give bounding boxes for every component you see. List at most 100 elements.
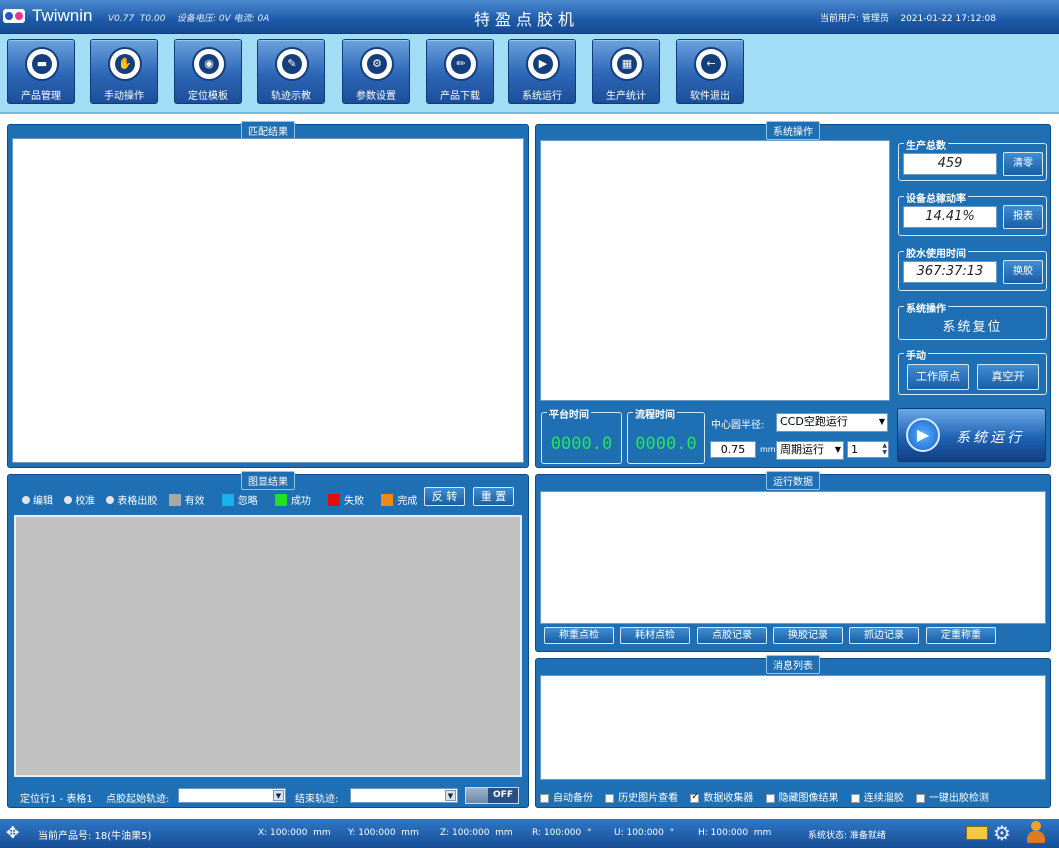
end-track-label: 结束轨迹: bbox=[295, 794, 339, 805]
panel-title: 图显结果 bbox=[241, 471, 295, 490]
message-list-panel: 消息列表 bbox=[535, 655, 1051, 808]
radio-edit[interactable] bbox=[22, 495, 30, 504]
match-image-view[interactable] bbox=[12, 138, 524, 463]
graph-view[interactable] bbox=[14, 515, 522, 777]
vacuum-on-button[interactable]: 真空开 bbox=[977, 364, 1039, 390]
calendar-icon: ▦ bbox=[617, 54, 637, 74]
app-title: 特盈点胶机 bbox=[474, 10, 580, 29]
weight-check-button[interactable]: 称重点检 bbox=[544, 627, 614, 644]
run-system-button[interactable]: ▶ 系统运行 bbox=[897, 408, 1046, 462]
track-teach-button[interactable]: ✎ 轨迹示教 bbox=[257, 39, 325, 104]
start-track-select[interactable]: ▼ bbox=[178, 788, 286, 803]
clear-count-button[interactable]: 清零 bbox=[1003, 152, 1043, 176]
radio-table-dispense[interactable] bbox=[106, 495, 115, 504]
radio-calibrate[interactable] bbox=[64, 495, 73, 504]
history-image-checkbox[interactable]: 历史图片查看 bbox=[605, 793, 678, 804]
move-arrows-icon: ✥ bbox=[6, 823, 20, 842]
camera-view[interactable] bbox=[540, 140, 890, 401]
manual-group: 手动 工作原点 真空开 bbox=[898, 347, 1047, 395]
dispense-record-button[interactable]: 点胶记录 bbox=[697, 627, 767, 644]
message-list-view[interactable] bbox=[540, 675, 1046, 780]
run-data-panel: 运行数据 bbox=[535, 471, 1051, 652]
work-origin-button[interactable]: 工作原点 bbox=[907, 364, 969, 390]
software-exit-button[interactable]: ← 软件退出 bbox=[676, 39, 744, 104]
material-check-button[interactable]: 耗材点检 bbox=[620, 627, 690, 644]
run-data-view[interactable] bbox=[540, 491, 1046, 624]
x-coordinate: X: 100:000 mm bbox=[258, 828, 331, 838]
chevron-down-icon: ▼ bbox=[834, 445, 841, 454]
user-icon[interactable] bbox=[1026, 821, 1046, 845]
continuous-glue-checkbox[interactable]: 连续溜胶 bbox=[850, 793, 904, 804]
play-icon: ▶ bbox=[533, 54, 553, 74]
title-bar: Twiwnin V0.77 T0.00 设备电压: 0V 电流: 0A 特盈点胶… bbox=[0, 0, 1059, 34]
flow-time-box: 流程时间 0000.0 bbox=[627, 406, 705, 464]
current-product: 当前产品号: 18(牛油果5) bbox=[38, 831, 152, 842]
product-download-button[interactable]: ✏ 产品下载 bbox=[426, 39, 494, 104]
flow-time-value: 0000.0 bbox=[635, 434, 697, 454]
z-coordinate: Z: 100:000 mm bbox=[440, 828, 513, 838]
main-toolbar: ▬ 产品管理 ✋ 手动操作 ◉ 定位模板 ✎ 轨迹示教 ⚙ 参数设置 ✏ 产品下… bbox=[0, 34, 1059, 114]
count-spinner[interactable]: 1 ▲ ▼ bbox=[847, 441, 889, 458]
glue-change-record-button[interactable]: 换胶记录 bbox=[773, 627, 843, 644]
end-track-select[interactable]: ▼ bbox=[350, 788, 458, 803]
version-info: V0.77 T0.00 设备电压: 0V 电流: 0A bbox=[108, 14, 270, 24]
chevron-down-icon: ▼ bbox=[445, 790, 456, 801]
manual-operation-button[interactable]: ✋ 手动操作 bbox=[90, 39, 158, 104]
hand-icon: ✋ bbox=[115, 54, 135, 74]
cycle-select[interactable]: 周期运行 ▼ bbox=[776, 441, 844, 460]
platform-time-box: 平台时间 0000.0 bbox=[541, 406, 622, 464]
product-manage-button[interactable]: ▬ 产品管理 bbox=[7, 39, 75, 104]
graph-result-panel: 图显结果 定位行1 - 表格1 点胶起始轨迹: ▼ 结束轨迹: ▼ OFF bbox=[7, 471, 529, 808]
play-icon: ▶ bbox=[906, 418, 940, 452]
chevron-down-icon: ▼ bbox=[273, 790, 284, 801]
option-checkboxes: 自动备份 历史图片查看 数据收集器 隐藏图像结果 连续溜胶 一键出胶检测 bbox=[540, 789, 998, 804]
radius-input[interactable]: 0.75 bbox=[710, 441, 756, 458]
legend-fail-swatch bbox=[328, 493, 341, 506]
camera-icon: ◉ bbox=[199, 54, 219, 74]
production-stats-button[interactable]: ▦ 生产统计 bbox=[592, 39, 660, 104]
panel-title: 系统操作 bbox=[766, 121, 820, 140]
system-run-button[interactable]: ▶ 系统运行 bbox=[508, 39, 576, 104]
report-button[interactable]: 报表 bbox=[1003, 205, 1043, 229]
reset-button[interactable]: 重 置 bbox=[473, 487, 514, 506]
start-track-label: 点胶起始轨迹: bbox=[106, 794, 170, 805]
platform-time-value: 0000.0 bbox=[550, 434, 613, 454]
edge-record-button[interactable]: 抓边记录 bbox=[849, 627, 919, 644]
oee-group: 设备总稼动率 14.41% 报表 bbox=[898, 190, 1047, 236]
match-result-panel: 匹配结果 bbox=[7, 121, 529, 468]
oee-value: 14.41% bbox=[903, 206, 997, 228]
glue-time-value: 367:37:13 bbox=[903, 261, 997, 283]
off-toggle[interactable]: OFF bbox=[465, 787, 519, 804]
data-collector-checkbox[interactable]: 数据收集器 bbox=[690, 792, 753, 804]
gear-icon[interactable]: ⚙ bbox=[993, 821, 1011, 845]
panel-title: 消息列表 bbox=[766, 655, 820, 674]
one-key-dispense-test-checkbox[interactable]: 一键出胶检测 bbox=[915, 793, 989, 804]
invert-button[interactable]: 反 转 bbox=[424, 487, 465, 506]
system-status: 系统状态: 准备就绪 bbox=[808, 831, 886, 841]
folder-icon: ▬ bbox=[32, 54, 52, 74]
y-coordinate: Y: 100:000 mm bbox=[348, 828, 419, 838]
auto-backup-checkbox[interactable]: 自动备份 bbox=[540, 793, 593, 804]
keyboard-icon[interactable] bbox=[966, 826, 988, 840]
system-reset-button[interactable]: 系统复位 bbox=[899, 316, 1046, 335]
parameter-settings-button[interactable]: ⚙ 参数设置 bbox=[342, 39, 410, 104]
r-coordinate: R: 100:000 ° bbox=[532, 828, 592, 838]
gear-icon: ⚙ bbox=[367, 54, 387, 74]
u-coordinate: U: 100:000 ° bbox=[614, 828, 675, 838]
legend-complete-swatch bbox=[381, 493, 394, 506]
hide-image-result-checkbox[interactable]: 隐藏图像结果 bbox=[765, 793, 839, 804]
change-glue-button[interactable]: 换胶 bbox=[1003, 260, 1043, 284]
glue-time-group: 胶水使用时间 367:37:13 换胶 bbox=[898, 245, 1047, 291]
status-bar: ✥ 当前产品号: 18(牛油果5) X: 100:000 mm Y: 100:0… bbox=[0, 819, 1059, 848]
radius-unit: mm bbox=[760, 445, 776, 454]
chevron-down-icon: ▼ bbox=[878, 417, 885, 426]
legend-valid-swatch bbox=[168, 493, 181, 506]
fixed-weight-button[interactable]: 定重称重 bbox=[926, 627, 996, 644]
pencil-icon: ✏ bbox=[451, 54, 471, 74]
graph-legend: 编辑 校准 表格出胶 有效 忽略 成功 失败 完成 bbox=[22, 492, 417, 507]
exit-icon: ← bbox=[701, 54, 721, 74]
radius-label: 中心圆半径: bbox=[711, 420, 765, 431]
mode-select[interactable]: CCD空跑运行 ▼ bbox=[776, 413, 888, 432]
location-template-button[interactable]: ◉ 定位模板 bbox=[174, 39, 242, 104]
system-reset-group: 系统操作 系统复位 bbox=[898, 300, 1047, 340]
